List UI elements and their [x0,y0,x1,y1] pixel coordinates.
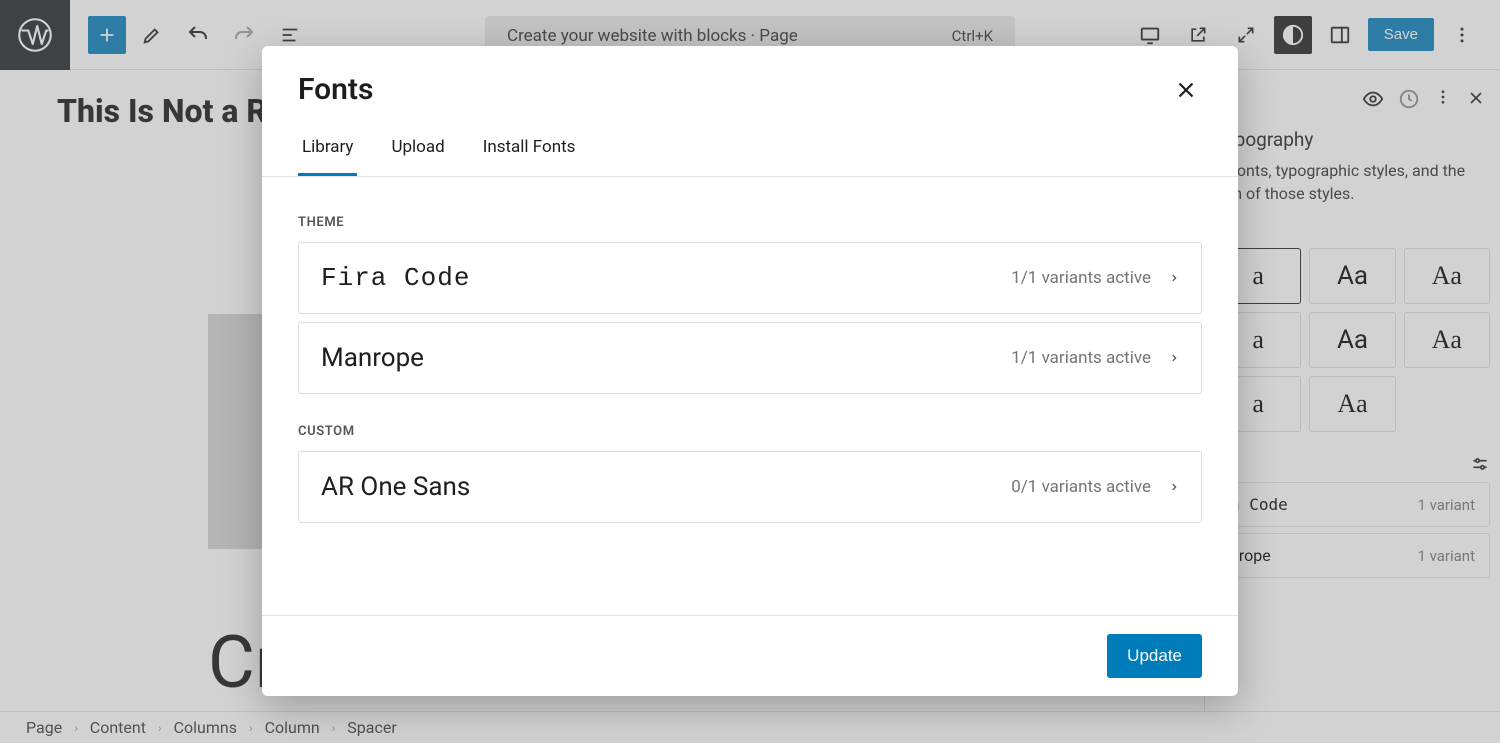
font-card-meta: 0/1 variants active [1011,477,1151,497]
chevron-right-icon [1169,479,1179,495]
chevron-right-icon [1169,350,1179,366]
update-button[interactable]: Update [1107,634,1202,678]
font-card[interactable]: AR One Sans 0/1 variants active [298,451,1202,523]
tab-library[interactable]: Library [298,127,357,176]
font-card-name: Fira Code [321,263,470,293]
font-card[interactable]: Fira Code 1/1 variants active [298,242,1202,314]
section-theme-label: THEME [298,215,1202,230]
close-button[interactable] [1170,74,1202,106]
modal-tabs: Library Upload Install Fonts [262,117,1238,177]
font-card-meta: 1/1 variants active [1011,268,1151,288]
font-card-name: AR One Sans [321,472,470,502]
font-card[interactable]: Manrope 1/1 variants active [298,322,1202,394]
font-card-meta: 1/1 variants active [1011,348,1151,368]
chevron-right-icon [1169,270,1179,286]
section-custom-label: CUSTOM [298,424,1202,439]
tab-upload[interactable]: Upload [387,127,448,176]
modal-title: Fonts [298,72,373,107]
tab-install-fonts[interactable]: Install Fonts [479,127,580,176]
font-card-name: Manrope [321,343,424,373]
fonts-modal: Fonts Library Upload Install Fonts THEME… [262,46,1238,696]
